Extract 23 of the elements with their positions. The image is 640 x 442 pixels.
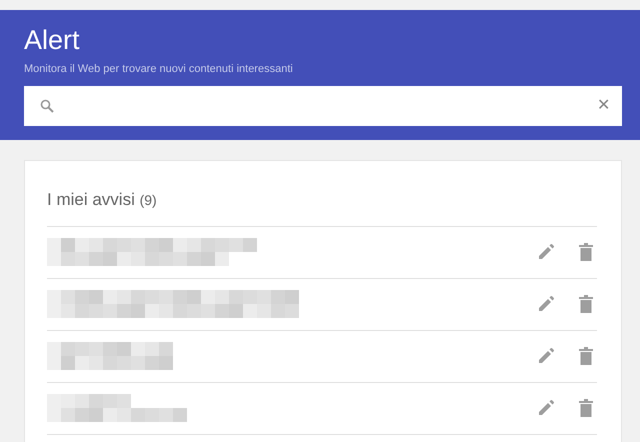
pencil-icon — [537, 243, 555, 261]
search-icon — [40, 98, 54, 112]
trash-icon — [579, 347, 593, 365]
delete-button[interactable] — [579, 243, 593, 261]
search-field[interactable]: ✕ — [24, 86, 622, 126]
trash-icon — [579, 295, 593, 313]
clear-button[interactable]: ✕ — [595, 94, 612, 118]
alert-count: (9) — [140, 192, 157, 208]
delete-button[interactable] — [579, 347, 593, 365]
edit-button[interactable] — [537, 243, 555, 261]
trash-icon — [579, 399, 593, 417]
delete-button[interactable] — [579, 399, 593, 417]
pencil-icon — [537, 399, 555, 417]
pencil-icon — [537, 295, 555, 313]
edit-button[interactable] — [537, 399, 555, 417]
edit-button[interactable] — [537, 295, 555, 313]
page-title: Alert — [24, 24, 81, 56]
edit-button[interactable] — [537, 347, 555, 365]
delete-button[interactable] — [579, 295, 593, 313]
trash-icon — [579, 243, 593, 261]
pencil-icon — [537, 347, 555, 365]
page-subtitle: Monitora il Web per trovare nuovi contenuti interessanti — [24, 62, 294, 77]
section-heading: I miei avvisi — [47, 190, 135, 209]
